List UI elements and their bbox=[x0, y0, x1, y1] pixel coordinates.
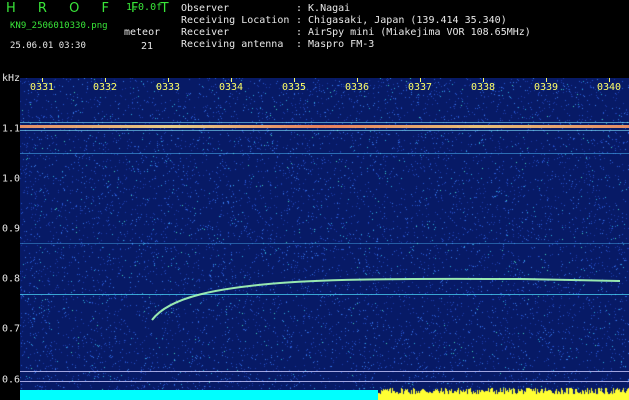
y-tick-label: 1.1 bbox=[2, 123, 21, 135]
y-tick-label: 0.6 bbox=[2, 374, 21, 386]
x-tick-label: 0336 bbox=[344, 82, 370, 93]
info-value: : AirSpy mini (Miakejima VOR 108.65MHz) bbox=[296, 27, 531, 38]
x-tick-label: 0340 bbox=[596, 82, 622, 93]
y-tick-label: 0.7 bbox=[2, 323, 21, 335]
y-tick-label: 0.8 bbox=[2, 273, 21, 285]
info-row-receiver: Receiver : AirSpy mini (Miakejima VOR 108… bbox=[181, 27, 531, 38]
spectrogram-plot[interactable]: 0331 0332 0333 0334 0335 0336 0337 0338 … bbox=[20, 78, 629, 400]
meteor-trace-layer bbox=[151, 277, 621, 321]
y-tick-label: 0.9 bbox=[2, 223, 21, 235]
info-key: Receiving antenna bbox=[181, 39, 284, 50]
header-panel: H R O F F T 1.0.0f KN9_2506010330.png me… bbox=[0, 0, 629, 74]
info-row-antenna: Receiving antenna : Maspro FM-3 bbox=[181, 39, 374, 50]
x-tick-label: 0331 bbox=[29, 82, 55, 93]
version-label: 1.0.0f bbox=[126, 2, 163, 13]
x-tick-label: 0334 bbox=[218, 82, 244, 93]
meteor-trace bbox=[151, 277, 621, 321]
y-tick-label: 1.0 bbox=[2, 173, 21, 185]
info-key: Observer bbox=[181, 3, 230, 14]
x-tick-label: 0338 bbox=[470, 82, 496, 93]
info-key: Receiving Location bbox=[181, 15, 290, 26]
meteor-label: meteor bbox=[124, 27, 161, 38]
info-key: Receiver bbox=[181, 27, 230, 38]
signal-level-bar-left bbox=[20, 390, 378, 400]
frequency-unit-label: kHz bbox=[2, 73, 21, 84]
x-tick-label: 0339 bbox=[533, 82, 559, 93]
frequency-axis: 1.1 1.0 0.9 0.8 0.7 0.6 bbox=[0, 74, 20, 400]
x-tick-label: 0335 bbox=[281, 82, 307, 93]
filename-label: KN9_2506010330.png bbox=[10, 21, 108, 31]
info-value: : Chigasaki, Japan (139.414 35.340) bbox=[296, 15, 507, 26]
meteor-count: 21 bbox=[141, 41, 154, 52]
datetime-label: 25.06.01 03:30 bbox=[10, 41, 86, 51]
x-tick-label: 0332 bbox=[92, 82, 118, 93]
info-row-location: Receiving Location : Chigasaki, Japan (13… bbox=[181, 15, 507, 26]
info-value: : K.Nagai bbox=[296, 3, 351, 14]
info-value: : Maspro FM-3 bbox=[296, 39, 375, 50]
x-tick-label: 0333 bbox=[155, 82, 181, 93]
x-tick-label: 0337 bbox=[407, 82, 433, 93]
info-row-observer: Observer : K.Nagai bbox=[181, 3, 350, 14]
signal-level-bar-right bbox=[378, 387, 629, 400]
